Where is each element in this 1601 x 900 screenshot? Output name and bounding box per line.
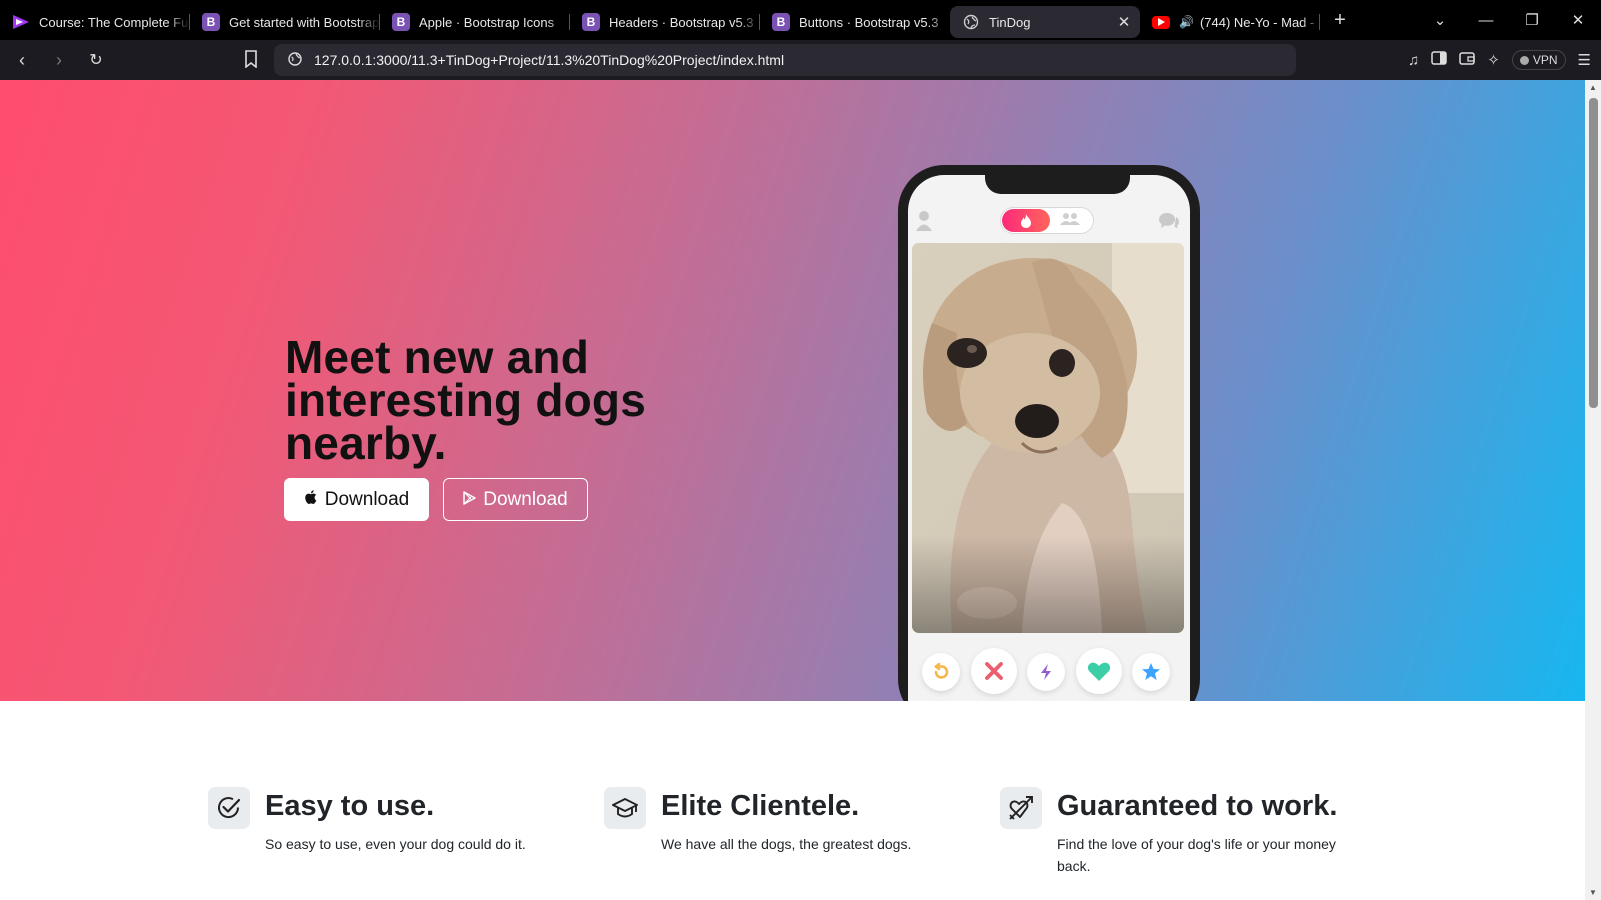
window-close-icon[interactable]: ✕ — [1555, 11, 1601, 29]
feature-title: Elite Clientele. — [661, 790, 860, 822]
tab-bar: Course: The Complete Full- B Get started… — [0, 0, 1601, 40]
rewind-icon — [922, 653, 960, 691]
apple-icon — [304, 489, 318, 511]
super-like-star-icon — [1132, 653, 1170, 691]
toolbar-right: ♫ ✧ VPN ☰ — [1408, 40, 1591, 80]
restore-icon[interactable]: ❐ — [1509, 11, 1555, 29]
youtube-icon — [1152, 15, 1170, 29]
reload-icon[interactable]: ↻ — [81, 50, 111, 70]
tab-title: TinDog — [989, 14, 1031, 30]
profile-icon — [916, 210, 932, 232]
bootstrap-icon: B — [202, 13, 220, 31]
udemy-icon — [12, 13, 30, 31]
tab-headers[interactable]: B Headers · Bootstrap v5.3 — [570, 6, 760, 38]
navigation-bar: ‹ › ↻ 127.0.0.1:3000/11.3+TinDog+Project… — [0, 40, 1601, 80]
bootstrap-icon: B — [772, 13, 790, 31]
feature-text: So easy to use, even your dog could do i… — [265, 836, 526, 852]
chat-icon — [1158, 211, 1180, 231]
google-play-icon — [463, 489, 476, 511]
feature-title: Guaranteed to work. — [1057, 790, 1338, 822]
tab-title: Apple · Bootstrap Icons — [419, 14, 555, 30]
scroll-up-icon[interactable]: ▲ — [1588, 83, 1598, 92]
like-heart-icon — [1076, 648, 1122, 694]
tab-course[interactable]: Course: The Complete Full- — [0, 6, 190, 38]
apple-download-button[interactable]: Download — [284, 478, 429, 521]
scroll-thumb[interactable] — [1589, 98, 1598, 408]
tab-title: Get started with Bootstrap — [229, 14, 380, 30]
new-tab-icon[interactable]: + — [1320, 9, 1360, 32]
bootstrap-icon: B — [392, 13, 410, 31]
phone-screen — [908, 175, 1190, 701]
tab-buttons[interactable]: B Buttons · Bootstrap v5.3 — [760, 6, 950, 38]
tab-youtube[interactable]: 🔊 (744) Ne-Yo - Mad - Yo — [1140, 6, 1320, 38]
tab-tindog[interactable]: TinDog ✕ — [950, 6, 1140, 38]
tab-bootstrap-start[interactable]: B Get started with Bootstrap — [190, 6, 380, 38]
speaker-icon[interactable]: 🔊 — [1179, 15, 1194, 29]
nope-icon — [971, 648, 1017, 694]
music-icon[interactable]: ♫ — [1408, 52, 1419, 69]
aria-icon[interactable]: ✧ — [1487, 51, 1500, 69]
hero-title: Meet new and interesting dogs nearby. — [285, 331, 647, 469]
globe-icon — [962, 13, 980, 31]
check-circle-icon — [208, 787, 250, 829]
window-controls: ⌄ — ❐ ✕ — [1417, 0, 1601, 40]
scroll-down-icon[interactable]: ▼ — [1588, 888, 1598, 897]
phone-mockup — [898, 165, 1200, 701]
phone-notch — [985, 175, 1130, 194]
google-play-download-label: Download — [483, 488, 568, 510]
address-bar[interactable]: 127.0.0.1:3000/11.3+TinDog+Project/11.3%… — [274, 44, 1296, 76]
mode-toggle — [1000, 207, 1094, 234]
swipe-actions — [908, 647, 1190, 697]
feature-title: Easy to use. — [265, 790, 435, 822]
mortarboard-icon — [604, 787, 646, 829]
close-icon[interactable]: ✕ — [1114, 13, 1134, 31]
url-text: 127.0.0.1:3000/11.3+TinDog+Project/11.3%… — [314, 52, 785, 68]
bookmark-icon[interactable] — [244, 50, 258, 73]
heart-arrow-icon — [1000, 787, 1042, 829]
group-icon — [1059, 212, 1081, 229]
site-info-icon[interactable] — [288, 51, 302, 69]
vpn-label: VPN — [1532, 53, 1558, 67]
menu-icon[interactable]: ☰ — [1578, 51, 1591, 69]
feature-text: Find the love of your dog's life or your… — [1057, 836, 1336, 874]
tab-title: Headers · Bootstrap v5.3 — [609, 14, 754, 30]
google-play-download-button[interactable]: Download — [443, 478, 588, 521]
back-icon[interactable]: ‹ — [7, 50, 37, 71]
page-scrollbar[interactable]: ▲ ▼ — [1585, 80, 1601, 900]
apple-download-label: Download — [324, 488, 410, 510]
wallet-icon[interactable] — [1459, 51, 1476, 69]
tab-title: Course: The Complete Full- — [39, 14, 190, 30]
tab-separator — [1319, 14, 1320, 30]
vpn-status-icon — [1519, 55, 1529, 65]
hero-section: Meet new and interesting dogs nearby. Do… — [0, 80, 1585, 701]
vpn-button[interactable]: VPN — [1511, 50, 1566, 70]
forward-icon[interactable]: › — [44, 50, 74, 71]
page-viewport: Meet new and interesting dogs nearby. Do… — [0, 80, 1585, 900]
features-section: Easy to use. So easy to use, even your d… — [0, 701, 1585, 900]
minimize-icon[interactable]: — — [1463, 12, 1509, 29]
flame-icon — [1002, 209, 1050, 232]
tab-list-chevron-down-icon[interactable]: ⌄ — [1417, 11, 1463, 29]
bootstrap-icon: B — [582, 13, 600, 31]
sidebar-icon[interactable] — [1431, 51, 1448, 69]
feature-text: We have all the dogs, the greatest dogs. — [661, 836, 912, 852]
dog-photo — [912, 243, 1184, 633]
tab-title: (744) Ne-Yo - Mad - Yo — [1199, 14, 1320, 30]
boost-icon — [1027, 653, 1065, 691]
tab-bootstrap-icons[interactable]: B Apple · Bootstrap Icons — [380, 6, 570, 38]
tab-title: Buttons · Bootstrap v5.3 — [799, 14, 939, 30]
